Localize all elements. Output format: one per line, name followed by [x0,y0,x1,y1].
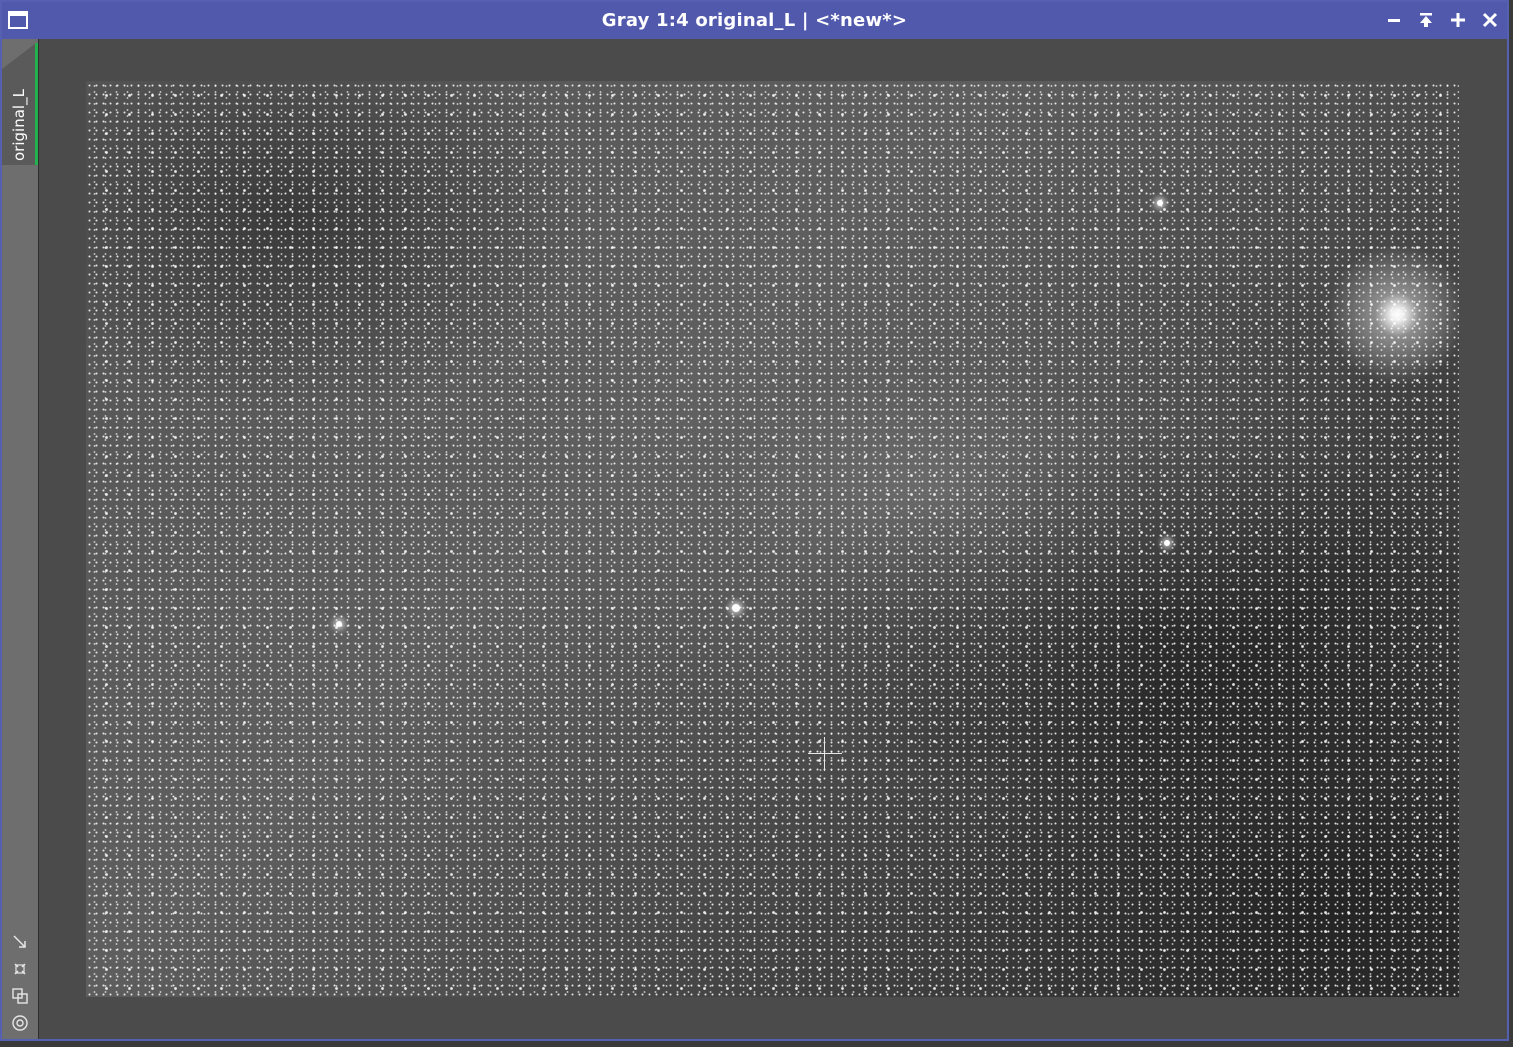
zoom-to-fit-icon[interactable] [10,959,30,979]
tab-original-l[interactable]: original_L [2,43,38,165]
bright-star [1157,200,1163,206]
close-button[interactable] [1478,8,1502,32]
close-icon [1482,12,1498,28]
view-sidebar: original_L [2,39,39,1039]
shade-icon [1420,13,1432,27]
target-icon[interactable] [10,1013,30,1033]
bright-star [336,621,342,627]
bright-star [732,604,740,612]
title-bar[interactable]: Gray 1:4 original_L | <*new*> [2,2,1507,39]
tab-notch [2,43,36,69]
shade-button[interactable] [1414,8,1438,32]
crosshair-cursor [808,753,842,754]
minimize-icon [1388,19,1400,22]
star-field-layer [86,81,1459,997]
image-viewport[interactable] [39,39,1507,1039]
minimize-button[interactable] [1382,8,1406,32]
maximize-button[interactable] [1446,8,1470,32]
crosshair-cursor [824,737,825,771]
clone-icon[interactable] [10,986,30,1006]
tab-label: original_L [10,89,28,161]
fit-view-icon[interactable] [10,932,30,952]
astro-image[interactable] [86,81,1459,997]
bright-star [1164,540,1170,546]
window-title: Gray 1:4 original_L | <*new*> [601,10,908,31]
maximize-icon [1451,13,1465,27]
image-window: Gray 1:4 original_L | <*new*> original_L [0,0,1509,1041]
